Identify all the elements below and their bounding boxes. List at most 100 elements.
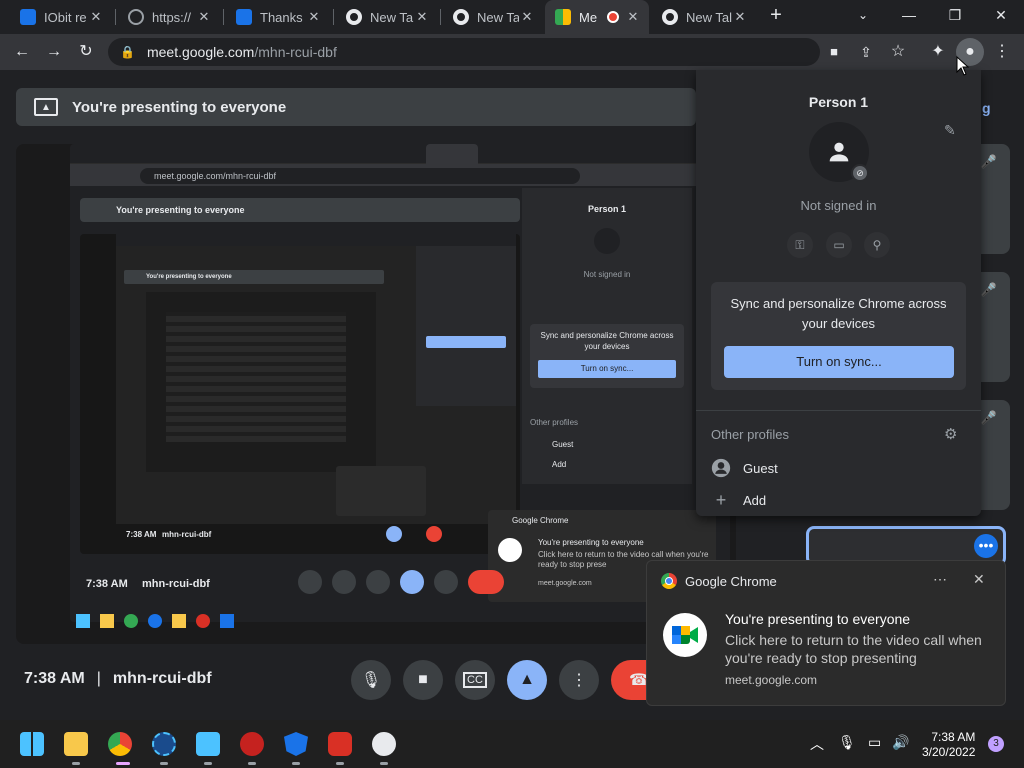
back-icon[interactable]: ← bbox=[8, 38, 36, 66]
more-horiz-icon[interactable]: ⋯ bbox=[933, 571, 947, 588]
mini-stage: You're presenting to everyone bbox=[80, 234, 520, 554]
notification-source: meet.google.com bbox=[725, 673, 818, 687]
mini-person-name: Person 1 bbox=[587, 204, 627, 214]
extensions-icon[interactable]: ✦ bbox=[924, 38, 952, 66]
tab-meet[interactable]: Me ✕ bbox=[545, 0, 649, 34]
close-icon[interactable]: ✕ bbox=[88, 9, 104, 25]
present-screen-icon: ▲ bbox=[519, 671, 535, 688]
mic-off-icon: 🎤 bbox=[980, 154, 998, 169]
tab-new-1[interactable]: New Tal ✕ bbox=[336, 0, 438, 34]
tab-search-icon[interactable]: ⌄ bbox=[840, 0, 886, 30]
close-icon[interactable]: ✕ bbox=[732, 9, 748, 25]
side-link-text[interactable]: g bbox=[982, 100, 991, 116]
menu-kebab-icon[interactable]: ⋮ bbox=[988, 38, 1016, 66]
mini-leave-control bbox=[426, 526, 442, 542]
tab-label: New Tal bbox=[686, 9, 732, 25]
lock-icon: 🔒 bbox=[120, 45, 135, 59]
manage-profiles-gear-icon[interactable]: ⚙ bbox=[944, 425, 957, 443]
guest-profile-row[interactable]: Guest bbox=[711, 458, 778, 478]
payment-card-icon[interactable]: ▭ bbox=[826, 232, 852, 258]
mini-tabstrip-2 bbox=[116, 234, 516, 246]
shield-app-icon[interactable] bbox=[284, 732, 308, 756]
more-vert-icon: ⋮ bbox=[571, 672, 587, 689]
mini-notif-3 bbox=[336, 466, 426, 516]
camera-icon[interactable]: ■ bbox=[820, 38, 848, 66]
taskbar: ︿ 🎙 ▭ 🔊 7:38 AM 3/20/2022 3 bbox=[0, 720, 1024, 768]
meeting-time: 7:38 AM bbox=[24, 670, 85, 687]
tab-https[interactable]: https:// ✕ bbox=[118, 0, 220, 34]
restore-icon[interactable]: ❐ bbox=[932, 0, 978, 30]
close-icon[interactable]: ✕ bbox=[625, 9, 641, 25]
mic-button[interactable]: 🎙 bbox=[351, 660, 391, 700]
chrome-icon bbox=[662, 9, 678, 25]
more-options-button[interactable]: ⋮ bbox=[559, 660, 599, 700]
mini-app-icon bbox=[220, 614, 234, 628]
mic-off-icon: 🎤 bbox=[980, 410, 998, 425]
share-icon[interactable]: ⇪ bbox=[852, 38, 880, 66]
system-clock[interactable]: 7:38 AM 3/20/2022 bbox=[922, 730, 975, 760]
mini-sync-button-3 bbox=[426, 336, 506, 348]
mini-stage-level-3 bbox=[146, 292, 376, 472]
camera-button[interactable]: ■ bbox=[403, 660, 443, 700]
cloud-folder-icon[interactable] bbox=[196, 732, 220, 756]
minimize-icon[interactable]: — bbox=[886, 0, 932, 30]
chrome-notification[interactable]: Google Chrome ⋯ ✕ You're presenting to e… bbox=[646, 560, 1006, 706]
notification-app-name: Google Chrome bbox=[685, 573, 777, 589]
windows-start-icon[interactable] bbox=[20, 732, 44, 756]
tab-new-2[interactable]: New Tal ✕ bbox=[443, 0, 543, 34]
edit-pencil-icon[interactable]: ✎ bbox=[944, 122, 956, 139]
screen-recorder-icon[interactable] bbox=[328, 732, 352, 756]
stage-present-icon bbox=[400, 570, 424, 594]
sign-in-status: Not signed in bbox=[800, 198, 877, 213]
microphone-tray-icon[interactable]: 🎙 bbox=[838, 734, 856, 751]
stage-taskbar bbox=[76, 614, 336, 632]
stage-meeting-code: mhn-rcui-dbf bbox=[142, 578, 210, 590]
address-bar[interactable]: 🔒 meet.google.com/mhn-rcui-dbf bbox=[108, 38, 820, 66]
network-icon[interactable]: ▭ bbox=[868, 734, 881, 751]
new-tab-icon[interactable]: + bbox=[754, 0, 798, 30]
more-options-icon[interactable]: ••• bbox=[974, 534, 998, 558]
close-icon[interactable]: ✕ bbox=[196, 9, 212, 25]
file-explorer-icon[interactable] bbox=[64, 732, 88, 756]
bookmark-star-icon[interactable]: ☆ bbox=[884, 38, 912, 66]
mini-present-banner: You're presenting to everyone bbox=[80, 198, 520, 222]
addresses-pin-icon[interactable]: ⚲ bbox=[864, 232, 890, 258]
notification-count-badge[interactable]: 3 bbox=[988, 736, 1004, 752]
tab-label: New Tal bbox=[477, 9, 519, 25]
turn-on-sync-button[interactable]: Turn on sync... bbox=[724, 346, 954, 378]
reload-icon[interactable]: ↻ bbox=[72, 38, 100, 66]
tab-label: New Tal bbox=[370, 9, 414, 25]
stage-leave-icon bbox=[468, 570, 504, 594]
chevron-up-icon[interactable]: ︿ bbox=[810, 734, 824, 754]
chrome-taskbar-icon[interactable] bbox=[108, 732, 132, 756]
close-icon[interactable]: ✕ bbox=[306, 9, 322, 25]
add-profile-row[interactable]: + Add bbox=[711, 490, 766, 511]
mini-sync-button: Turn on sync... bbox=[538, 360, 676, 378]
present-now-button[interactable]: ▲ bbox=[507, 660, 547, 700]
tab-thanks[interactable]: Thanks ✕ bbox=[226, 0, 330, 34]
meeting-info-separator: | bbox=[96, 670, 101, 687]
browser-toolbar: ← → ↻ 🔒 meet.google.com/mhn-rcui-dbf ■ ⇪… bbox=[0, 34, 1024, 70]
volume-icon[interactable]: 🔊 bbox=[892, 734, 909, 751]
security-app-icon[interactable] bbox=[240, 732, 264, 756]
passwords-key-icon[interactable]: ⚿ bbox=[787, 232, 813, 258]
mini-add: Add bbox=[552, 460, 567, 469]
snipping-tool-icon[interactable] bbox=[372, 732, 396, 756]
meet-favicon-icon bbox=[555, 9, 571, 25]
captions-button[interactable]: CC bbox=[455, 660, 495, 700]
tab-label: Me bbox=[579, 9, 598, 25]
close-icon[interactable]: ✕ bbox=[973, 571, 985, 588]
sync-message: Sync and personalize Chrome across your … bbox=[730, 296, 947, 331]
add-label: Add bbox=[743, 493, 767, 508]
window-close-icon[interactable]: ✕ bbox=[978, 0, 1024, 30]
mini-folder-icon bbox=[100, 614, 114, 628]
mini-app-icon bbox=[148, 614, 162, 628]
tab-new-3[interactable]: New Tal ✕ bbox=[652, 0, 756, 34]
close-icon[interactable]: ✕ bbox=[519, 9, 535, 25]
forward-icon[interactable]: → bbox=[40, 38, 68, 66]
close-icon[interactable]: ✕ bbox=[414, 9, 430, 25]
tab-iobit[interactable]: IObit re ✕ bbox=[10, 0, 112, 34]
mini-active-tab bbox=[426, 144, 478, 164]
person-icon bbox=[829, 142, 849, 162]
iobit-app-icon[interactable] bbox=[152, 732, 176, 756]
